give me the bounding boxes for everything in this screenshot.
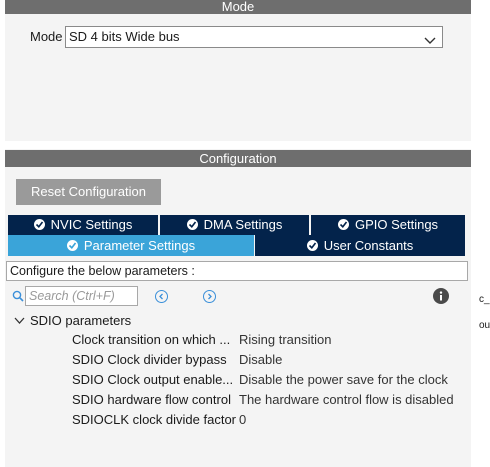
param-value[interactable]: 0	[239, 410, 246, 430]
search-input[interactable]: Search (Ctrl+F)	[25, 286, 138, 306]
tab-gpio-settings-label: GPIO Settings	[354, 217, 439, 232]
mode-select-value: SD 4 bits Wide bus	[69, 29, 180, 44]
parameters-description: Configure the below parameters :	[6, 261, 468, 281]
param-name: SDIO Clock divider bypass	[72, 352, 227, 367]
check-circle-icon	[66, 240, 78, 251]
previous-result-button[interactable]	[155, 290, 168, 303]
clipped-text: ou	[479, 320, 490, 331]
clipped-text: c_	[479, 294, 490, 305]
tab-dma-settings[interactable]: DMA Settings	[160, 215, 309, 235]
info-icon[interactable]	[433, 288, 449, 307]
tab-nvic-settings[interactable]: NVIC Settings	[8, 215, 158, 235]
check-circle-icon	[337, 219, 349, 230]
tab-dma-settings-label: DMA Settings	[203, 217, 283, 232]
tab-gpio-settings[interactable]: GPIO Settings	[311, 215, 465, 235]
tab-parameter-settings-label: Parameter Settings	[83, 238, 196, 253]
tab-parameter-settings[interactable]: Parameter Settings	[8, 235, 254, 256]
configuration-panel-header: Configuration	[5, 150, 471, 167]
reset-configuration-button[interactable]: Reset Configuration	[16, 179, 161, 205]
check-circle-icon	[306, 240, 318, 251]
param-value[interactable]: Rising transition	[239, 330, 332, 350]
search-icon	[12, 290, 24, 305]
param-name: SDIO Clock output enable...	[72, 372, 234, 387]
tab-nvic-settings-label: NVIC Settings	[50, 217, 133, 232]
chevron-down-icon	[424, 32, 436, 52]
param-value[interactable]: The hardware control flow is disabled	[239, 390, 454, 410]
mode-panel	[5, 0, 471, 141]
mode-panel-header: Mode	[5, 0, 471, 14]
group-title: SDIO parameters	[30, 313, 132, 328]
chevron-down-icon	[14, 317, 25, 324]
check-circle-icon	[33, 219, 45, 230]
param-name: SDIOCLK clock divide factor	[72, 412, 237, 427]
mode-select[interactable]: SD 4 bits Wide bus	[65, 26, 443, 48]
next-result-button[interactable]	[203, 290, 216, 303]
param-name: SDIO hardware flow control	[72, 392, 231, 407]
tab-user-constants[interactable]: User Constants	[255, 235, 465, 256]
param-name: Clock transition on which ...	[72, 332, 231, 347]
check-circle-icon	[186, 219, 198, 230]
param-value[interactable]: Disable	[239, 350, 282, 370]
param-value[interactable]: Disable the power save for the clock	[239, 370, 448, 390]
tab-user-constants-label: User Constants	[323, 238, 414, 253]
mode-label: Mode	[30, 29, 63, 44]
